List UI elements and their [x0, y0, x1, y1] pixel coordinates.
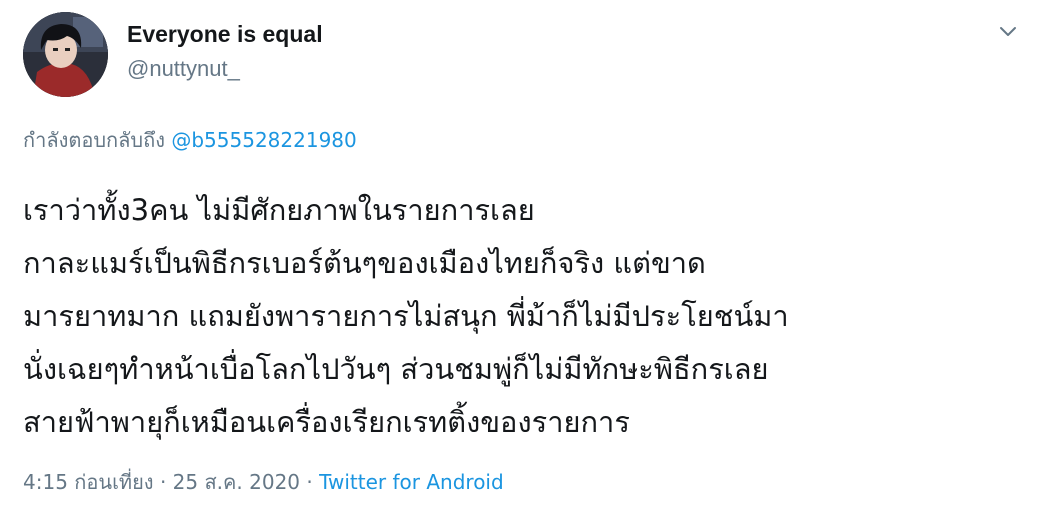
meta-separator: ·: [306, 470, 313, 494]
replying-to: กำลังตอบกลับถึง @b555528221980: [23, 126, 357, 154]
tweet-text-line: สายฟ้าพายุก็เหมือนเครื่องเรียกเรทติ้งของ…: [23, 405, 630, 439]
tweet-metadata: 4:15 ก่อนเที่ยง · 25 ส.ค. 2020 · Twitter…: [23, 468, 504, 496]
tweet-time[interactable]: 4:15 ก่อนเที่ยง: [23, 470, 154, 494]
tweet-text-line: เราว่าทั้ง3คน ไม่มีศักยภาพในรายการเลย: [23, 193, 535, 227]
reply-mention-link[interactable]: @b555528221980: [171, 128, 356, 152]
replying-to-label: กำลังตอบกลับถึง: [23, 128, 165, 152]
avatar[interactable]: [23, 12, 108, 97]
tweet-card: Everyone is equal @nuttynut_ กำลังตอบกลั…: [0, 0, 1038, 512]
tweet-date[interactable]: 25 ส.ค. 2020: [173, 470, 300, 494]
tweet-source-link[interactable]: Twitter for Android: [319, 470, 504, 494]
avatar-image: [23, 12, 108, 97]
more-options-button[interactable]: [992, 18, 1024, 46]
display-name[interactable]: Everyone is equal: [127, 20, 323, 48]
chevron-down-icon: [1000, 27, 1016, 36]
tweet-text-line: กาละแมร์เป็นพิธีกรเบอร์ต้นๆของเมืองไทยก็…: [23, 246, 706, 280]
tweet-text: เราว่าทั้ง3คน ไม่มีศักยภาพในรายการเลย กา…: [23, 184, 1023, 449]
user-handle[interactable]: @nuttynut_: [127, 55, 240, 83]
tweet-text-line: มารยาทมาก แถมยังพารายการไม่สนุก พี่ม้าก็…: [23, 299, 789, 333]
meta-separator: ·: [159, 470, 167, 494]
tweet-text-line: นั่งเฉยๆทำหน้าเบื่อโลกไปวันๆ ส่วนชมพู่ก็…: [23, 352, 769, 386]
